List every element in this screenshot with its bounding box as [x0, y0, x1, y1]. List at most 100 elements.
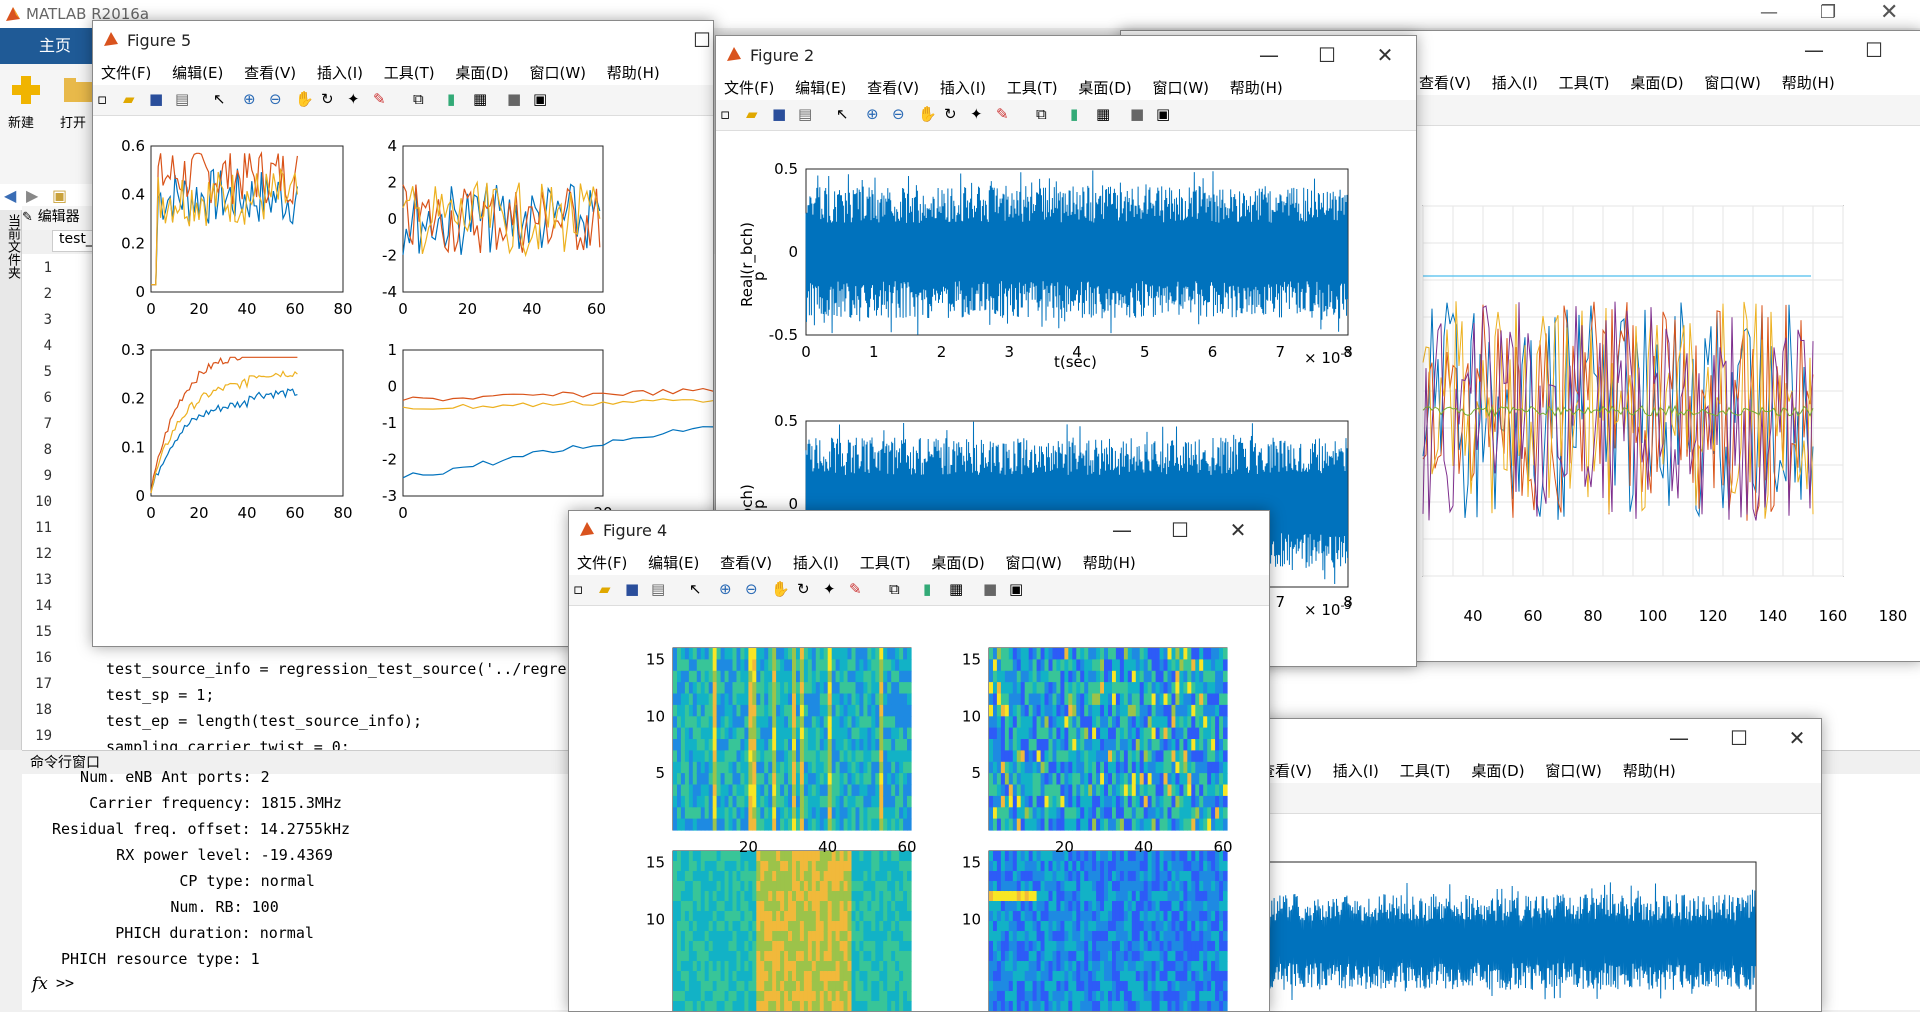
hide-plot-tools-icon[interactable]: ■ — [1130, 105, 1150, 125]
legend-icon[interactable]: ▦ — [949, 580, 969, 600]
hide-plot-tools-icon[interactable]: ■ — [983, 580, 1003, 600]
menu-file[interactable]: 文件(F) — [716, 74, 782, 101]
menu-tools[interactable]: 工具(T) — [376, 59, 443, 86]
zoom-out-icon[interactable]: ⊖ — [745, 580, 765, 600]
link-icon[interactable]: ⧉ — [889, 580, 909, 600]
figure2-close-button[interactable]: ✕ — [1372, 42, 1398, 68]
zoom-in-icon[interactable]: ⊕ — [243, 90, 263, 110]
open-file-icon[interactable]: ▰ — [599, 580, 619, 600]
figure-bottom-close-button[interactable]: ✕ — [1784, 725, 1810, 751]
colorbar-icon[interactable]: ▮ — [1070, 105, 1090, 125]
data-cursor-icon[interactable]: ✦ — [823, 580, 843, 600]
back-arrow-icon[interactable]: ◀ — [4, 186, 16, 205]
link-icon[interactable]: ⧉ — [1036, 105, 1056, 125]
hide-plot-tools-icon[interactable]: ■ — [507, 90, 527, 110]
figure4-maximize-button[interactable]: ☐ — [1167, 517, 1193, 543]
figure5-maximize-button[interactable]: ☐ — [689, 27, 713, 53]
brush-icon[interactable]: ✎ — [996, 105, 1016, 125]
save-icon[interactable]: ■ — [625, 580, 645, 600]
restore-button[interactable]: ❐ — [1820, 2, 1836, 23]
pointer-icon[interactable]: ↖ — [213, 90, 233, 110]
menu-desktop[interactable]: 桌面(D) — [1463, 757, 1532, 784]
open-file-icon[interactable]: ▰ — [746, 105, 766, 125]
menu-view[interactable]: 查看(V) — [236, 59, 304, 86]
legend-icon[interactable]: ▦ — [1096, 105, 1116, 125]
current-folder-panel[interactable]: 当前文件夹 — [0, 210, 22, 750]
menu-insert[interactable]: 插入(I) — [785, 549, 847, 576]
menu-window[interactable]: 窗口(W) — [997, 549, 1070, 576]
menu-view[interactable]: 查看(V) — [1411, 69, 1479, 96]
menu-tools[interactable]: 工具(T) — [852, 549, 919, 576]
data-cursor-icon[interactable]: ✦ — [970, 105, 990, 125]
brush-icon[interactable]: ✎ — [849, 580, 869, 600]
zoom-out-icon[interactable]: ⊖ — [892, 105, 912, 125]
menu-insert[interactable]: 插入(I) — [1484, 69, 1546, 96]
menu-window[interactable]: 窗口(W) — [1144, 74, 1217, 101]
rotate-icon[interactable]: ↻ — [944, 105, 964, 125]
menu-tools[interactable]: 工具(T) — [1392, 757, 1459, 784]
figure2-minimize-button[interactable]: — — [1256, 42, 1282, 68]
show-plot-tools-icon[interactable]: ▣ — [1009, 580, 1029, 600]
figure-bottom-maximize-button[interactable]: ☐ — [1726, 725, 1752, 751]
figure3-maximize-button[interactable]: ☐ — [1861, 37, 1887, 63]
menu-window[interactable]: 窗口(W) — [521, 59, 594, 86]
rotate-icon[interactable]: ↻ — [797, 580, 817, 600]
minimize-button[interactable]: — — [1760, 2, 1778, 23]
pan-icon[interactable]: ✋ — [295, 90, 315, 110]
menu-file[interactable]: 文件(F) — [93, 59, 159, 86]
command-prompt[interactable]: >> — [56, 974, 74, 992]
zoom-in-icon[interactable]: ⊕ — [719, 580, 739, 600]
menu-desktop[interactable]: 桌面(D) — [1070, 74, 1139, 101]
menu-file[interactable]: 文件(F) — [569, 549, 635, 576]
menu-help[interactable]: 帮助(H) — [1615, 757, 1684, 784]
menu-help[interactable]: 帮助(H) — [1774, 69, 1843, 96]
show-plot-tools-icon[interactable]: ▣ — [533, 90, 553, 110]
zoom-in-icon[interactable]: ⊕ — [866, 105, 886, 125]
print-icon[interactable]: ▤ — [798, 105, 818, 125]
new-figure-icon[interactable]: ▫ — [97, 90, 117, 110]
colorbar-icon[interactable]: ▮ — [923, 580, 943, 600]
menu-desktop[interactable]: 桌面(D) — [1622, 69, 1691, 96]
pan-icon[interactable]: ✋ — [771, 580, 791, 600]
menu-view[interactable]: 查看(V) — [712, 549, 780, 576]
data-cursor-icon[interactable]: ✦ — [347, 90, 367, 110]
menu-insert[interactable]: 插入(I) — [309, 59, 371, 86]
brush-icon[interactable]: ✎ — [373, 90, 393, 110]
new-button[interactable]: 新建 — [8, 72, 48, 152]
menu-window[interactable]: 窗口(W) — [1537, 757, 1610, 784]
legend-icon[interactable]: ▦ — [473, 90, 493, 110]
menu-window[interactable]: 窗口(W) — [1696, 69, 1769, 96]
pan-icon[interactable]: ✋ — [918, 105, 938, 125]
menu-edit[interactable]: 编辑(E) — [640, 549, 707, 576]
figure4-minimize-button[interactable]: — — [1109, 517, 1135, 543]
pointer-icon[interactable]: ↖ — [689, 580, 709, 600]
menu-tools[interactable]: 工具(T) — [1551, 69, 1618, 96]
link-icon[interactable]: ⧉ — [413, 90, 433, 110]
rotate-icon[interactable]: ↻ — [321, 90, 341, 110]
menu-insert[interactable]: 插入(I) — [1325, 757, 1387, 784]
up-folder-icon[interactable]: ▣ — [52, 186, 67, 205]
colorbar-icon[interactable]: ▮ — [447, 90, 467, 110]
menu-help[interactable]: 帮助(H) — [1075, 549, 1144, 576]
menu-tools[interactable]: 工具(T) — [999, 74, 1066, 101]
menu-insert[interactable]: 插入(I) — [932, 74, 994, 101]
figure2-maximize-button[interactable]: ☐ — [1314, 42, 1340, 68]
print-icon[interactable]: ▤ — [651, 580, 671, 600]
menu-edit[interactable]: 编辑(E) — [164, 59, 231, 86]
menu-view[interactable]: 查看(V) — [859, 74, 927, 101]
forward-arrow-icon[interactable]: ▶ — [26, 186, 38, 205]
menu-help[interactable]: 帮助(H) — [1222, 74, 1291, 101]
menu-desktop[interactable]: 桌面(D) — [447, 59, 516, 86]
save-icon[interactable]: ■ — [149, 90, 169, 110]
figure4-close-button[interactable]: ✕ — [1225, 517, 1251, 543]
new-figure-icon[interactable]: ▫ — [573, 580, 593, 600]
menu-help[interactable]: 帮助(H) — [599, 59, 668, 86]
figure-bottom-minimize-button[interactable]: — — [1666, 725, 1692, 751]
print-icon[interactable]: ▤ — [175, 90, 195, 110]
figure3-minimize-button[interactable]: — — [1801, 37, 1827, 63]
show-plot-tools-icon[interactable]: ▣ — [1156, 105, 1176, 125]
figure4-window[interactable]: Figure 4 — ☐ ✕ 文件(F) 编辑(E) 查看(V) 插入(I) 工… — [568, 510, 1270, 1012]
new-figure-icon[interactable]: ▫ — [720, 105, 740, 125]
figure-bottom-right-window[interactable]: — ☐ ✕ 查看(V) 插入(I) 工具(T) 桌面(D) 窗口(W) 帮助(H… — [1195, 718, 1822, 1012]
save-icon[interactable]: ■ — [772, 105, 792, 125]
